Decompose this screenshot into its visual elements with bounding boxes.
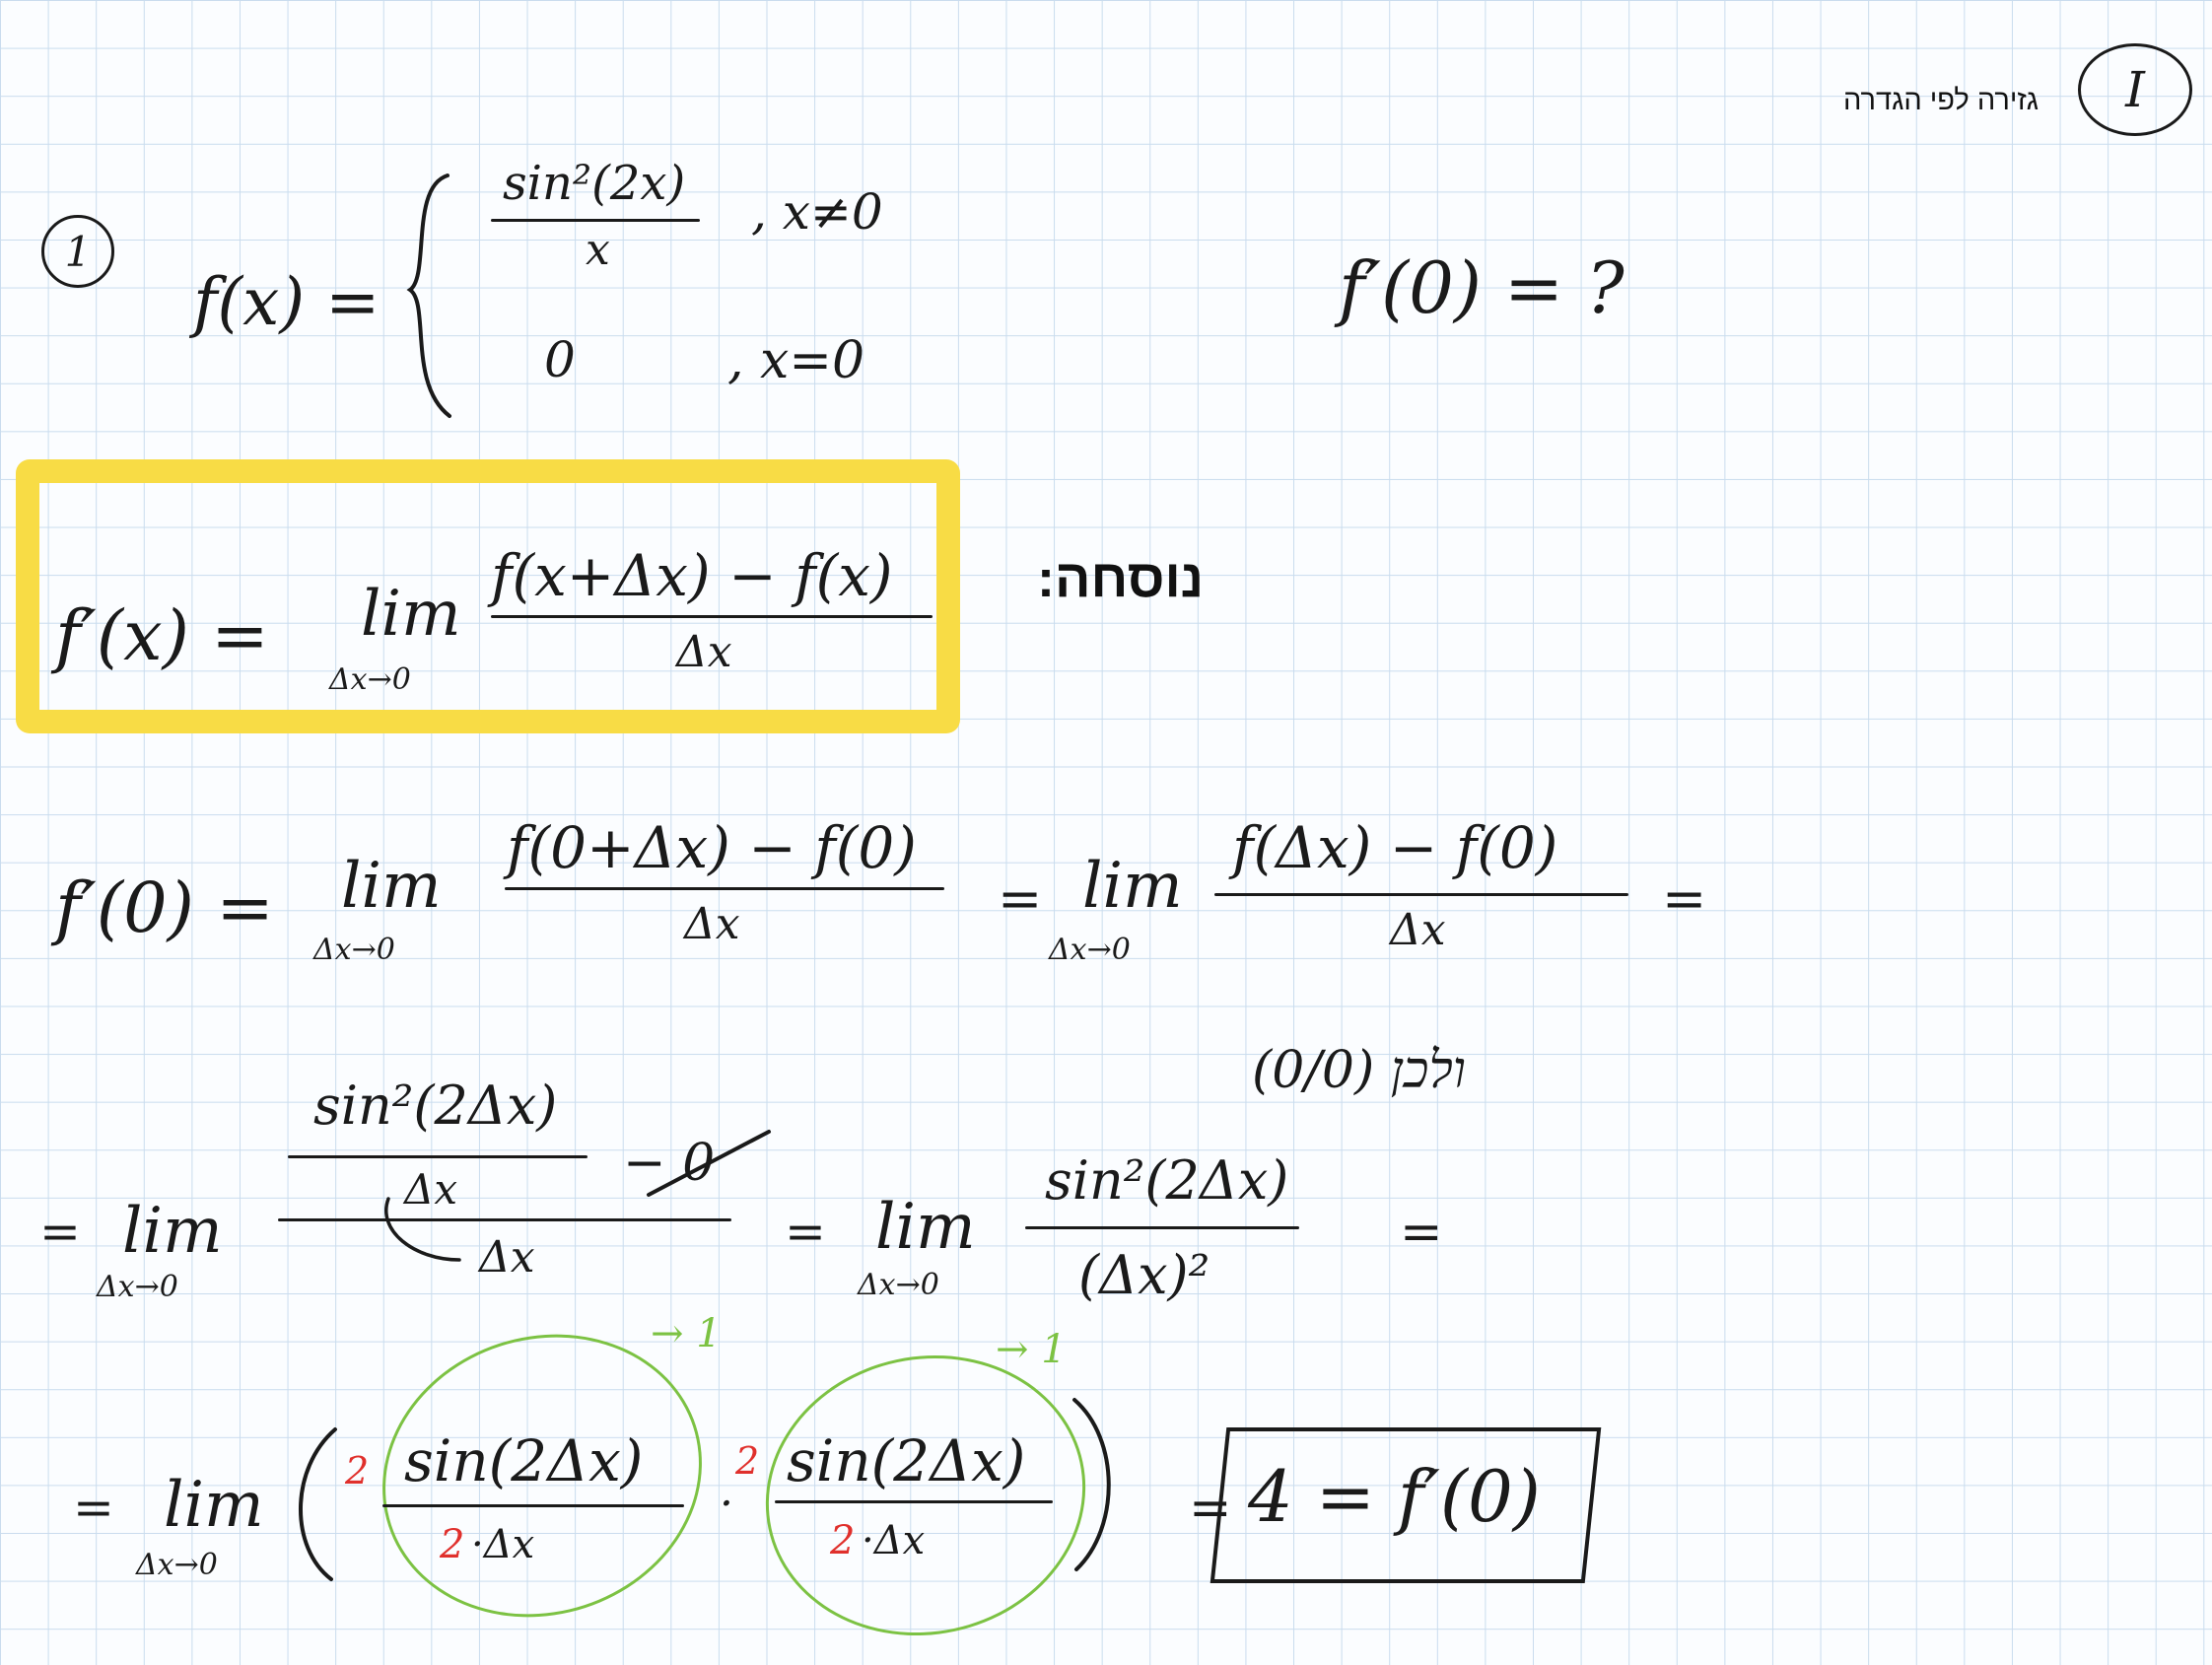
section-number-circle: I	[2078, 43, 2192, 136]
step2-outer-fraction-bar	[278, 1218, 731, 1221]
open-paren	[299, 1427, 337, 1581]
step3-denominator-red-left: 2	[440, 1522, 465, 1567]
close-paren	[1072, 1398, 1111, 1571]
case1-denominator: x	[586, 225, 610, 275]
step1-lim-subscript: Δx→0	[313, 933, 395, 967]
step2-equals-2: =	[785, 1203, 826, 1260]
formula-fraction-bar	[491, 615, 933, 618]
step1-equals-2: =	[998, 867, 1043, 930]
page-title: גזירה לפי הגדרה	[1843, 85, 2039, 116]
case1-numerator: sin²(2x)	[503, 156, 686, 211]
step2-numerator-2: sin²(2Δx)	[1045, 1149, 1289, 1212]
step3-denominator-left: ·Δx	[471, 1522, 535, 1567]
step1-lim: lim	[341, 850, 442, 923]
arrow-limit-left: → 1	[651, 1311, 722, 1356]
step2-equals-1: =	[39, 1203, 81, 1260]
step1-numerator-2: f(Δx) − f(0)	[1232, 814, 1558, 881]
step2-inner-fraction-bar	[288, 1155, 588, 1158]
step3-denominator-red-right: 2	[830, 1518, 856, 1563]
step1-lhs: f′(0) =	[55, 867, 274, 948]
step2-curved-arrow	[384, 1197, 461, 1262]
formula-denominator: Δx	[676, 627, 732, 677]
case1-condition: , x≠0	[751, 183, 883, 241]
formula-lim-subscript: Δx→0	[329, 662, 411, 697]
final-answer: 4 = f′(0)	[1248, 1455, 1541, 1538]
question: f′(0) = ?	[1339, 246, 1624, 329]
case1-fraction-bar	[491, 219, 700, 222]
step3-equals-1: =	[73, 1479, 114, 1536]
step2-lim2-subscript: Δx→0	[858, 1268, 939, 1302]
step3-lim-subscript: Δx→0	[136, 1548, 218, 1582]
step1-fraction-bar	[505, 887, 944, 890]
formula-lhs: f′(x) =	[55, 595, 269, 676]
section-number: I	[2125, 61, 2145, 118]
step3-lim: lim	[164, 1469, 264, 1542]
green-circle-right	[739, 1326, 1112, 1665]
step2-inner-numerator: sin²(2Δx)	[313, 1075, 558, 1137]
case2-condition: , x=0	[727, 331, 865, 390]
arrow-limit-right: → 1	[996, 1327, 1067, 1372]
step2-equals-3: =	[1400, 1203, 1443, 1262]
piecewise-brace	[406, 173, 451, 418]
step2-lim-subscript: Δx→0	[97, 1270, 178, 1304]
formula-numerator: f(x+Δx) − f(x)	[491, 542, 893, 609]
step3-fraction-bar-right	[775, 1500, 1053, 1503]
step3-numerator-right: sin(2Δx)	[787, 1427, 1026, 1494]
problem-number-circle: 1	[41, 215, 114, 288]
strikethrough-mark	[647, 1130, 771, 1197]
step2-lim2: lim	[875, 1191, 976, 1264]
step3-factor-red-right: 2	[735, 1439, 760, 1483]
step3-factor-red-left: 2	[345, 1449, 370, 1492]
step1-numerator: f(0+Δx) − f(0)	[507, 814, 917, 881]
problem-number: 1	[64, 227, 92, 276]
step1-denominator-2: Δx	[1390, 905, 1446, 955]
step1-fraction-bar-2	[1214, 893, 1628, 896]
step2-note: (0/0) ולכן	[1252, 1041, 1467, 1100]
step3-multiply-dot: ·	[720, 1479, 733, 1529]
step2-lim: lim	[122, 1195, 223, 1268]
formula-label: נוסחה:	[1037, 549, 1205, 608]
step2-outer-denominator: Δx	[479, 1232, 535, 1283]
step2-denominator-2: (Δx)²	[1078, 1244, 1210, 1306]
step1-lim2-subscript: Δx→0	[1049, 933, 1131, 967]
step1-lim2: lim	[1082, 850, 1183, 923]
step3-denominator-right: ·Δx	[862, 1518, 926, 1563]
step3-fraction-bar-left	[382, 1504, 684, 1507]
step1-equals-3: =	[1662, 867, 1707, 930]
function-lhs: f(x) =	[193, 264, 380, 340]
formula-lim: lim	[361, 578, 461, 651]
step3-numerator-left: sin(2Δx)	[404, 1427, 644, 1494]
step2-fraction-bar-2	[1025, 1226, 1299, 1229]
case2-value: 0	[544, 331, 576, 388]
step1-denominator: Δx	[684, 899, 740, 949]
